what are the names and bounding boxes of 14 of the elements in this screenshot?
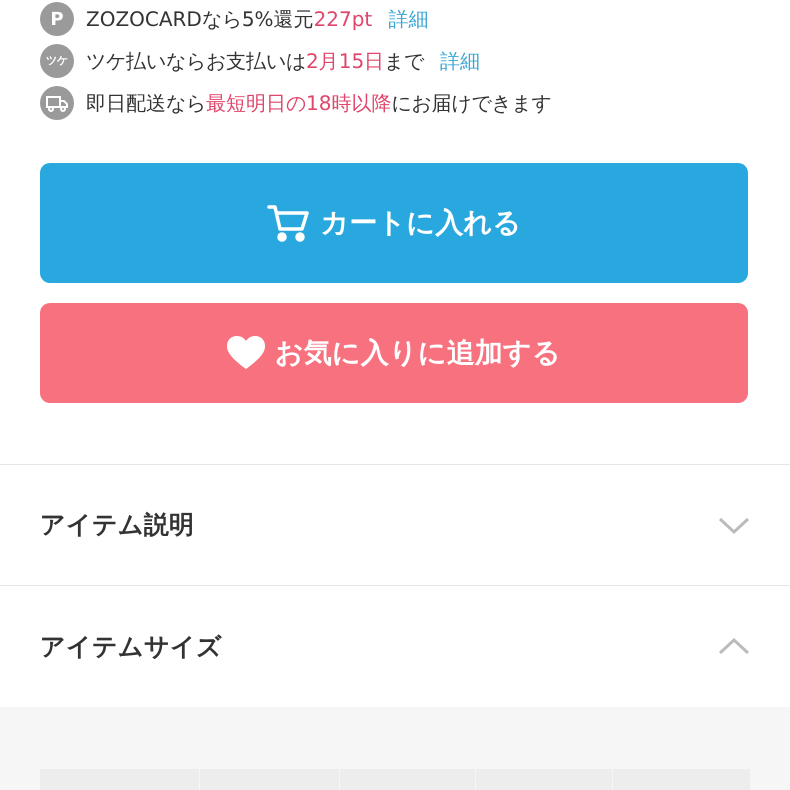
points-icon: P [40,2,74,36]
info-text: ツケ払いならお支払いは2月15日 まで [86,51,424,71]
deferred-payment-icon: ツケ [40,44,74,78]
details-link[interactable]: 詳細 [388,9,428,29]
cart-icon [266,203,310,243]
accordion-header[interactable]: アイテム説明 [0,465,790,586]
add-to-favorites-button[interactable]: お気に入りに追加する [40,303,748,403]
details-link[interactable]: 詳細 [440,51,480,71]
truck-icon [40,86,74,120]
add-to-cart-button[interactable]: カートに入れる [40,163,748,283]
heart-icon [227,336,265,370]
info-text: ZOZOCARDなら5%還元227pt [86,9,372,29]
info-text: 即日配送なら最短明日の18時以降にお届けできます [86,93,552,113]
accordion-header[interactable]: アイテムサイズ [0,586,790,707]
